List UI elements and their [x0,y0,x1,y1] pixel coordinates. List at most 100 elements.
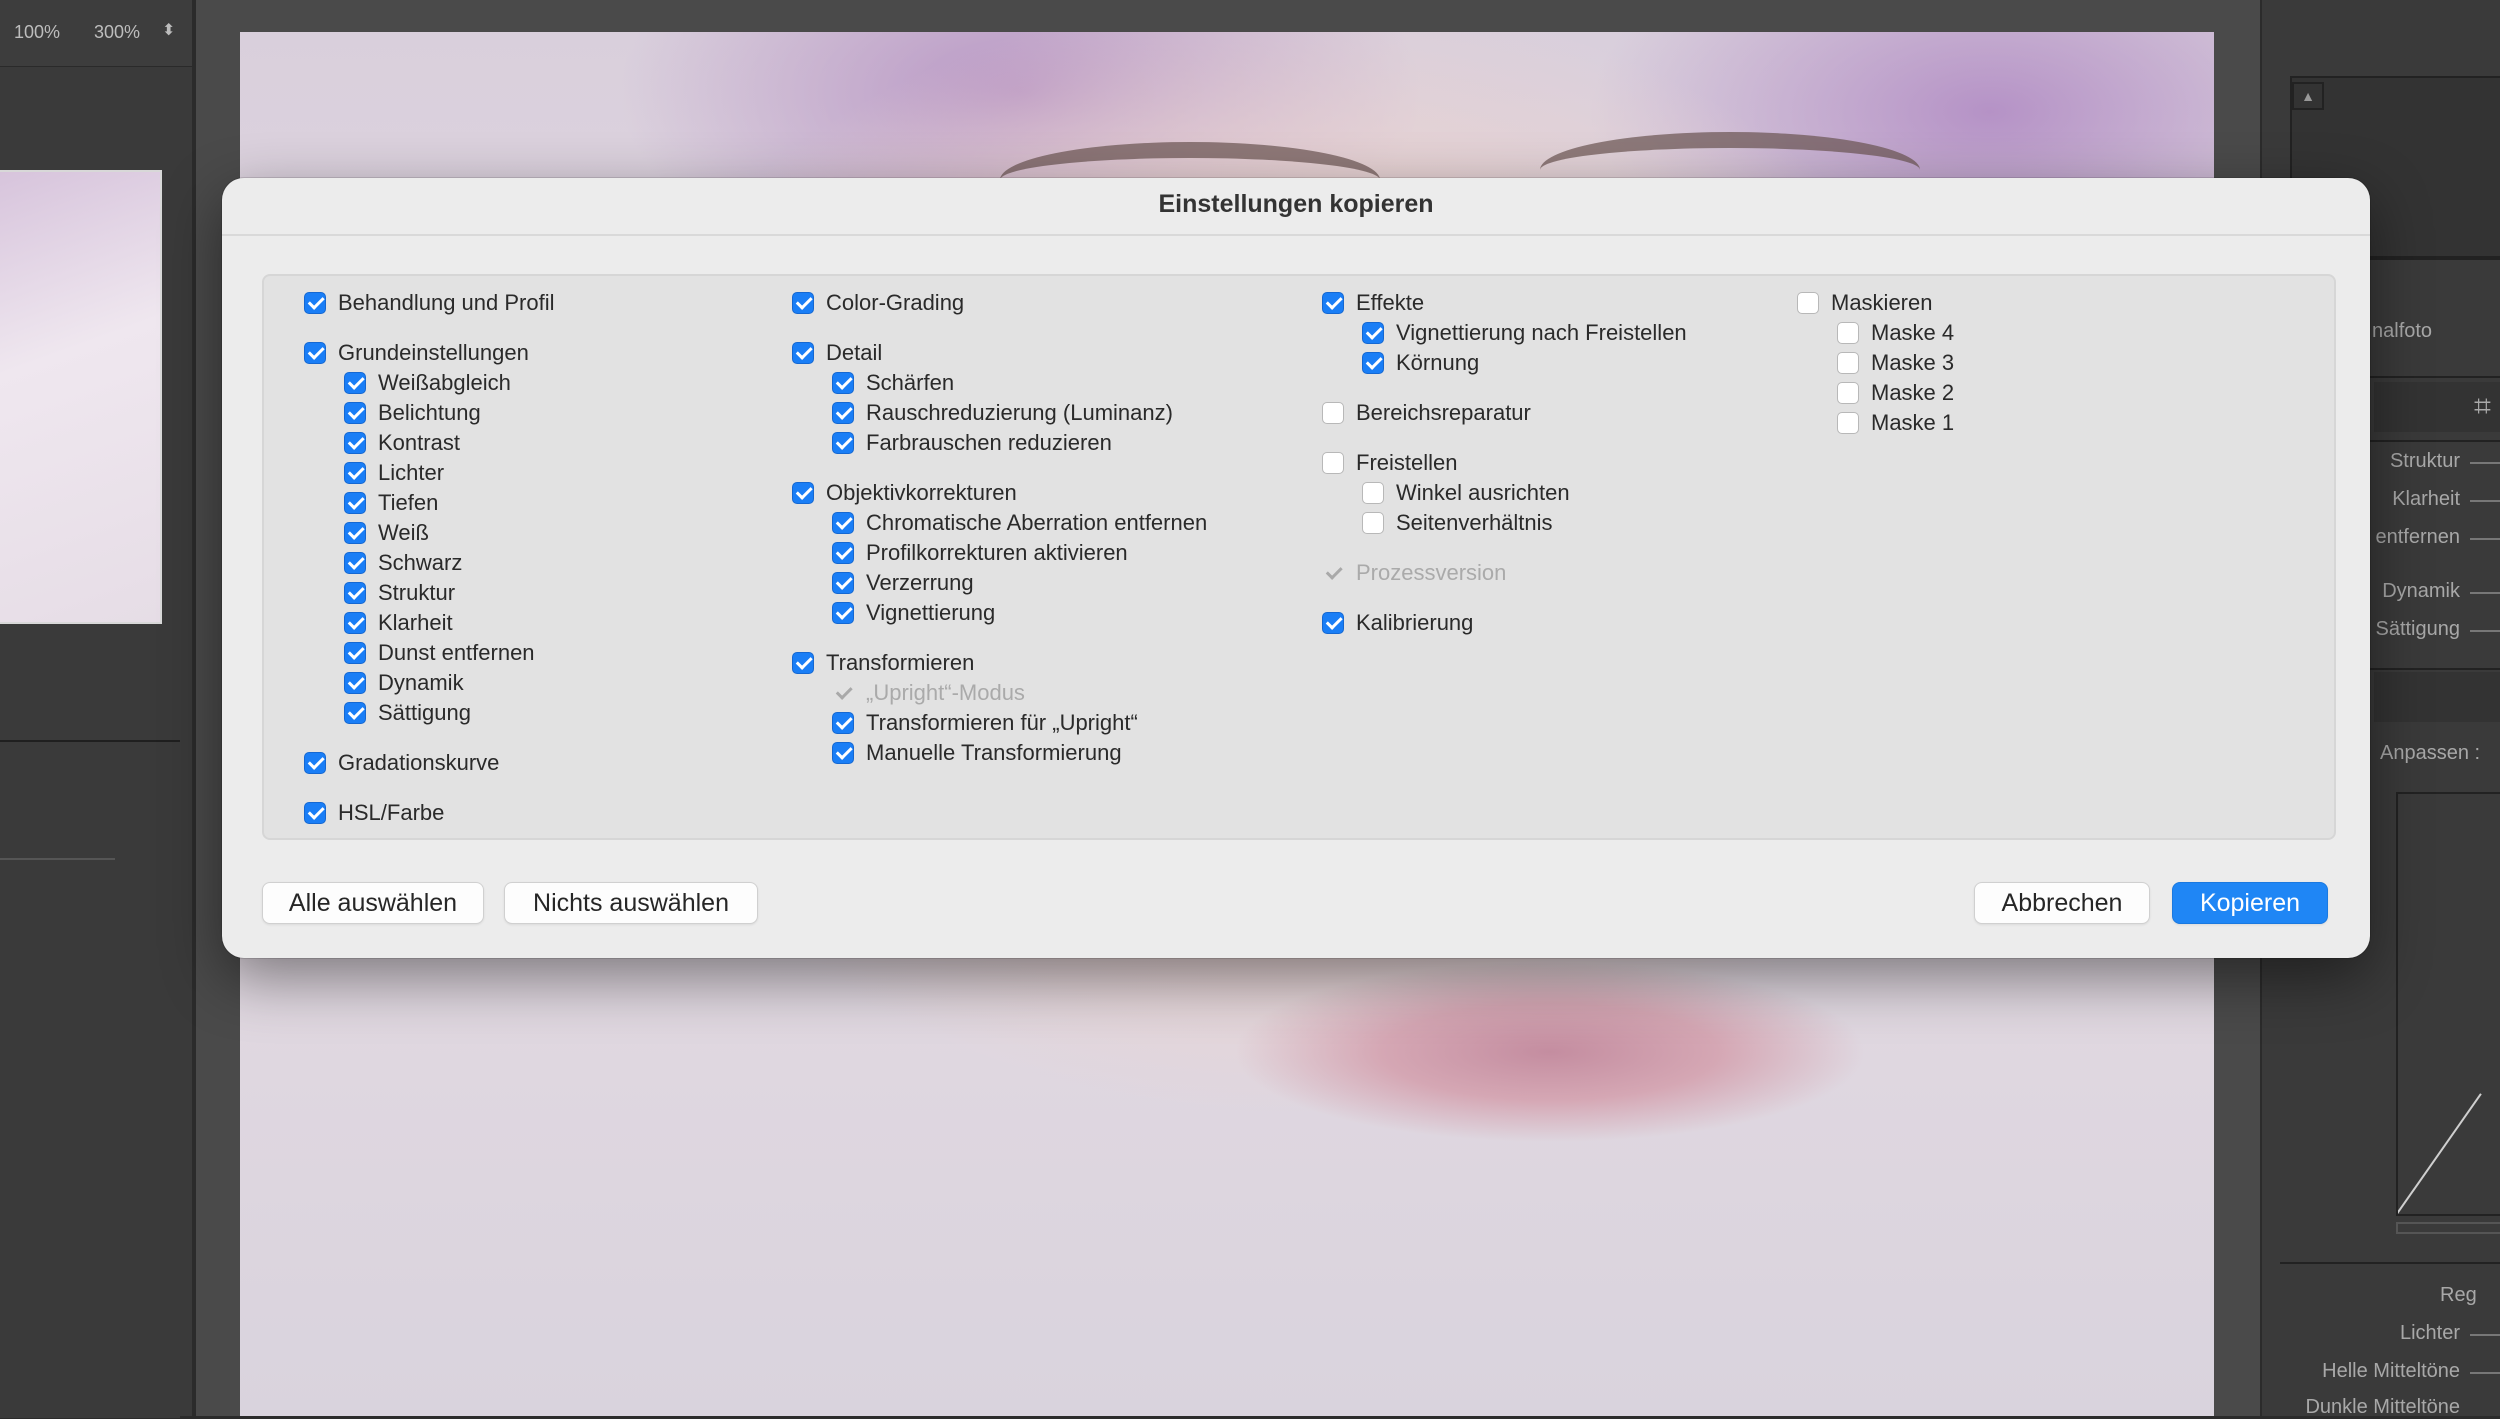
sub-option-tiefen[interactable]: Tiefen [344,488,438,518]
tone-curve[interactable] [2396,792,2500,1216]
checkbox[interactable] [344,462,366,484]
checkbox[interactable] [1837,352,1859,374]
sub-option-dynamik[interactable]: Dynamik [344,668,464,698]
sub-option-lichter[interactable]: Lichter [344,458,444,488]
zoom-stepper-icon[interactable]: ⬍ [162,20,175,40]
sub-option-weiß[interactable]: Weiß [344,518,429,548]
checkbox[interactable] [832,402,854,424]
checkbox[interactable] [1837,382,1859,404]
checkbox[interactable] [344,522,366,544]
select-none-button[interactable]: Nichts auswählen [504,882,758,924]
sub-option-sättigung[interactable]: Sättigung [344,698,471,728]
checkbox[interactable] [1362,512,1384,534]
checkbox[interactable] [1797,292,1819,314]
crop-icon[interactable]: ⌗ [2474,390,2491,424]
checkbox[interactable] [832,432,854,454]
checkbox[interactable] [1322,612,1344,634]
checkbox[interactable] [304,802,326,824]
checkbox[interactable] [1322,292,1344,314]
checkbox[interactable] [1837,322,1859,344]
checkbox[interactable] [832,712,854,734]
checkbox[interactable] [304,292,326,314]
sub-option-vignettierung[interactable]: Vignettierung [832,598,995,628]
checkbox[interactable] [344,612,366,634]
sub-option-profilkorrekturen-aktivieren[interactable]: Profilkorrekturen aktivieren [832,538,1128,568]
checkbox[interactable] [1322,452,1344,474]
group-option-behandlung-und-profil[interactable]: Behandlung und Profil [304,288,555,318]
sub-option-vignettierung-nach-freistellen[interactable]: Vignettierung nach Freistellen [1362,318,1687,348]
sub-option-weißabgleich[interactable]: Weißabgleich [344,368,511,398]
checkbox[interactable] [344,372,366,394]
sub-option-seitenverhältnis[interactable]: Seitenverhältnis [1362,508,1553,538]
sub-option-schärfen[interactable]: Schärfen [832,368,954,398]
slider-dynamik[interactable] [2470,592,2500,594]
sub-option-maske-1[interactable]: Maske 1 [1837,408,1954,438]
sub-option-maske-2[interactable]: Maske 2 [1837,378,1954,408]
sub-option-verzerrung[interactable]: Verzerrung [832,568,974,598]
checkbox[interactable] [344,582,366,604]
slider-klarheit[interactable] [2470,500,2500,502]
checkbox[interactable] [1362,352,1384,374]
slider-curve-helle-mitteltoene[interactable] [2470,1372,2500,1374]
clipping-warning-icon[interactable]: ▲ [2292,82,2324,110]
sub-option-winkel-ausrichten[interactable]: Winkel ausrichten [1362,478,1570,508]
select-all-button[interactable]: Alle auswählen [262,882,484,924]
checkbox[interactable] [792,652,814,674]
sub-option-belichtung[interactable]: Belichtung [344,398,481,428]
checkbox[interactable] [344,702,366,724]
sub-option-maske-4[interactable]: Maske 4 [1837,318,1954,348]
sub-option-manuelle-transformierung[interactable]: Manuelle Transformierung [832,738,1122,768]
zoom-option-300[interactable]: 300% [94,22,140,43]
sub-option-schwarz[interactable]: Schwarz [344,548,462,578]
group-option-detail[interactable]: Detail [792,338,882,368]
slider-dunst[interactable] [2470,538,2500,540]
checkbox[interactable] [832,372,854,394]
sub-option-körnung[interactable]: Körnung [1362,348,1479,378]
checkbox[interactable] [792,292,814,314]
checkbox[interactable] [1322,402,1344,424]
slider-struktur[interactable] [2470,462,2500,464]
cancel-button[interactable]: Abbrechen [1974,882,2150,924]
checkbox[interactable] [1362,322,1384,344]
sub-option-rauschreduzierung-luminanz[interactable]: Rauschreduzierung (Luminanz) [832,398,1173,428]
checkbox[interactable] [344,642,366,664]
group-option-maskieren[interactable]: Maskieren [1797,288,1932,318]
group-option-kalibrierung[interactable]: Kalibrierung [1322,608,1473,638]
copy-button[interactable]: Kopieren [2172,882,2328,924]
checkbox[interactable] [304,342,326,364]
checkbox[interactable] [344,402,366,424]
slider-curve-lichter[interactable] [2470,1334,2500,1336]
checkbox[interactable] [1837,412,1859,434]
slider-saettigung[interactable] [2470,630,2500,632]
group-option-objektivkorrekturen[interactable]: Objektivkorrekturen [792,478,1017,508]
tone-curve-range[interactable] [2396,1222,2500,1234]
checkbox[interactable] [832,512,854,534]
checkbox[interactable] [832,602,854,624]
group-option-bereichsreparatur[interactable]: Bereichsreparatur [1322,398,1531,428]
zoom-option-100[interactable]: 100% [14,22,60,43]
sub-option-farbrauschen-reduzieren[interactable]: Farbrauschen reduzieren [832,428,1112,458]
checkbox[interactable] [832,742,854,764]
group-option-gradationskurve[interactable]: Gradationskurve [304,748,499,778]
sub-option-maske-3[interactable]: Maske 3 [1837,348,1954,378]
group-option-freistellen[interactable]: Freistellen [1322,448,1457,478]
checkbox[interactable] [304,752,326,774]
checkbox[interactable] [832,542,854,564]
sub-option-dunst-entfernen[interactable]: Dunst entfernen [344,638,535,668]
group-option-transformieren[interactable]: Transformieren [792,648,974,678]
checkbox[interactable] [344,552,366,574]
group-option-hslfarbe[interactable]: HSL/Farbe [304,798,444,828]
sub-option-klarheit[interactable]: Klarheit [344,608,453,638]
checkbox[interactable] [832,572,854,594]
sub-option-chromatische-aberration-entfernen[interactable]: Chromatische Aberration entfernen [832,508,1207,538]
checkbox[interactable] [344,492,366,514]
sub-option-kontrast[interactable]: Kontrast [344,428,460,458]
sub-option-struktur[interactable]: Struktur [344,578,455,608]
group-option-grundeinstellungen[interactable]: Grundeinstellungen [304,338,529,368]
checkbox[interactable] [344,432,366,454]
checkbox[interactable] [792,342,814,364]
group-option-color-grading[interactable]: Color-Grading [792,288,964,318]
group-option-effekte[interactable]: Effekte [1322,288,1424,318]
checkbox[interactable] [792,482,814,504]
sub-option-transformieren-für-upright[interactable]: Transformieren für „Upright“ [832,708,1138,738]
